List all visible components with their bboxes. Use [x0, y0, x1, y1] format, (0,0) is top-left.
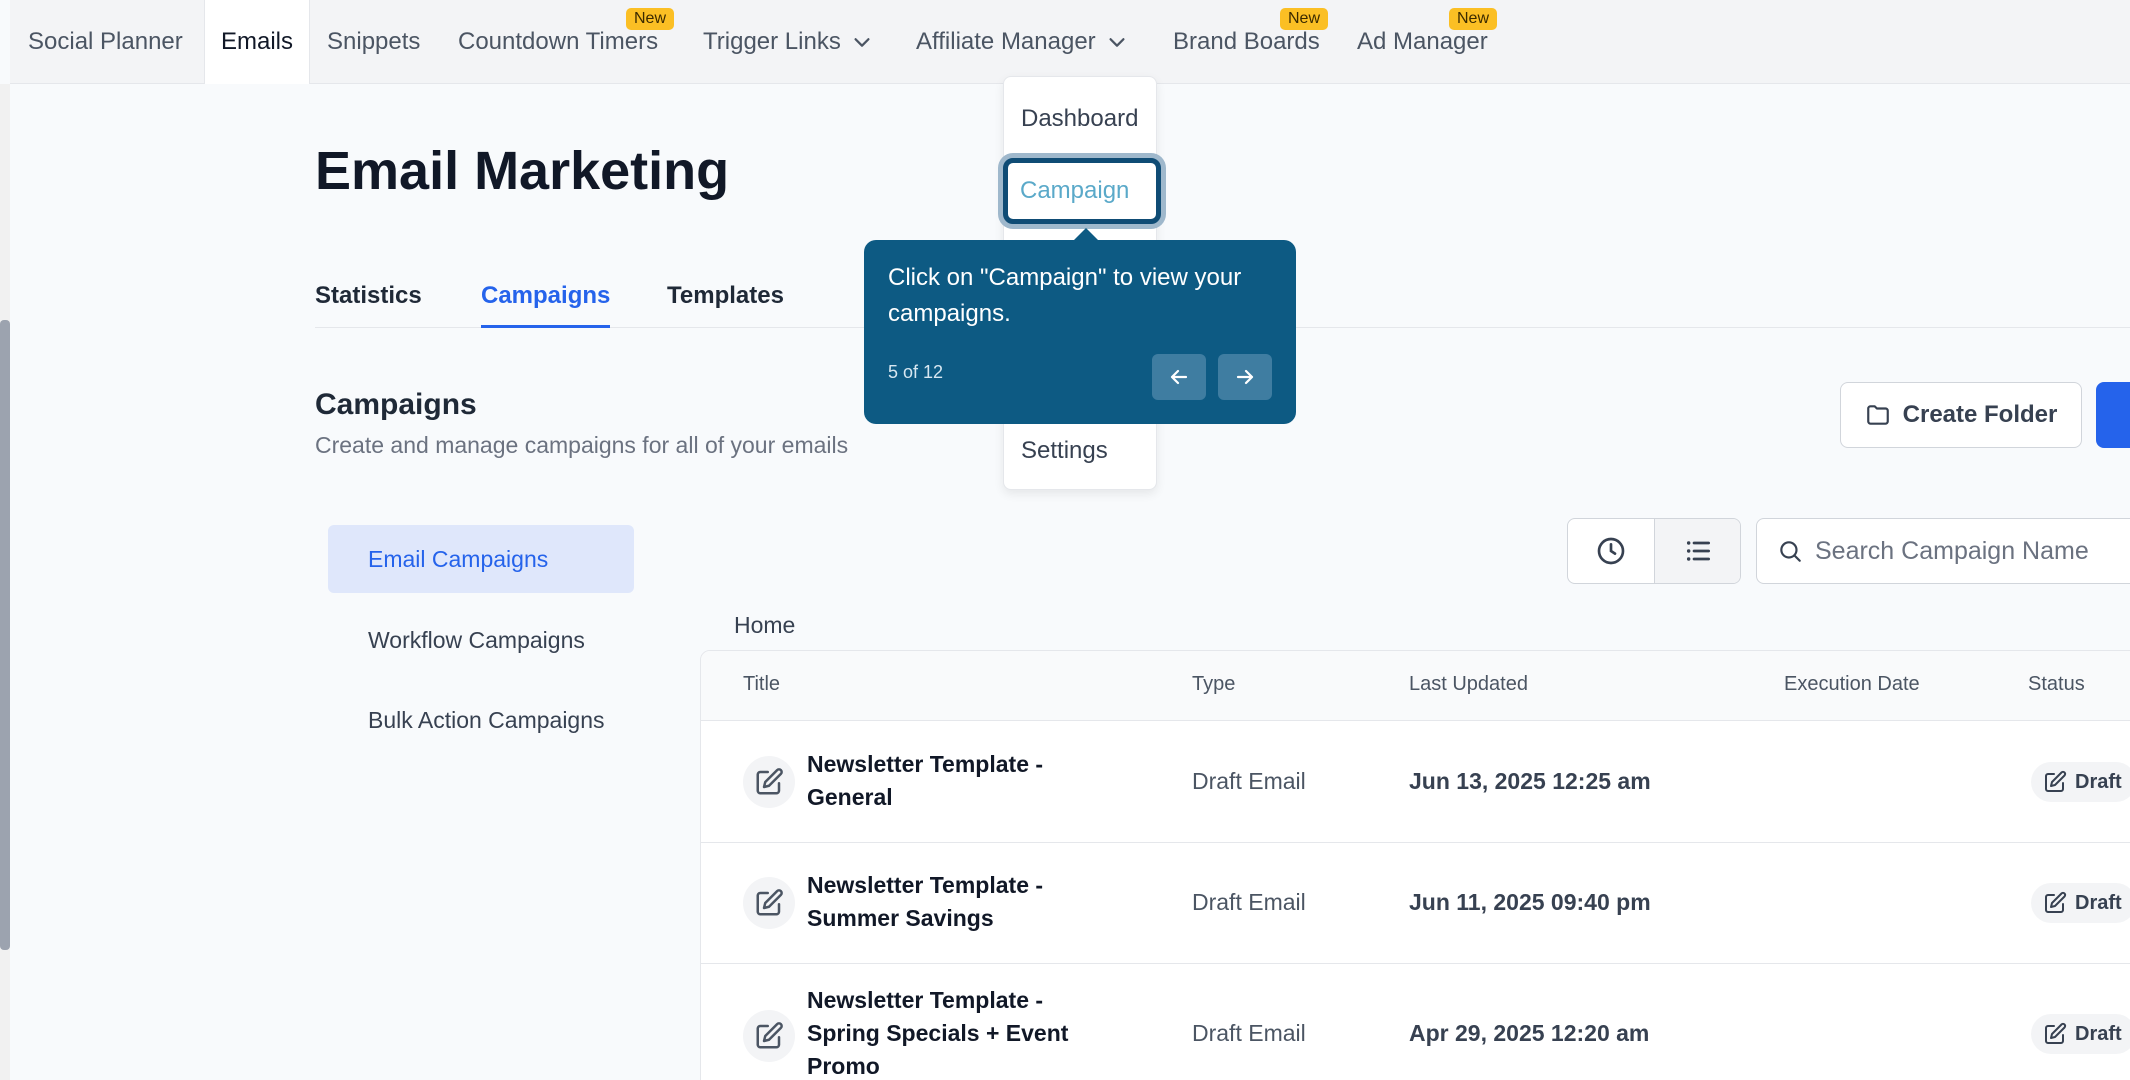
table-row[interactable]: Newsletter Template - Summer Savings Dra…	[701, 843, 2130, 964]
tooltip-step-counter: 5 of 12	[888, 362, 944, 382]
campaign-title-line: Summer Savings	[807, 905, 994, 931]
sidebar-item-email-campaigns[interactable]: Email Campaigns	[328, 525, 634, 593]
column-header-last-updated: Last Updated	[1409, 673, 1528, 695]
dropdown-item-settings[interactable]: Settings	[1021, 437, 1108, 465]
campaign-last-updated: Jun 13, 2025 12:25 am	[1409, 768, 1651, 794]
section-title: Campaigns	[315, 388, 477, 421]
campaigns-table: Title Type Last Updated Execution Date S…	[700, 650, 2130, 1080]
edit-icon	[2045, 891, 2067, 913]
tooltip-next-button[interactable]	[1218, 354, 1272, 400]
folder-icon	[1866, 405, 1889, 425]
status-badge: Draft	[2031, 883, 2130, 923]
chevron-down-icon	[854, 38, 870, 47]
edit-icon[interactable]	[743, 1010, 795, 1062]
campaign-title-line: Spring Specials + Event	[807, 1020, 1069, 1046]
campaign-title-line: Promo	[807, 1053, 880, 1079]
campaign-title-line: Newsletter Template -	[807, 987, 1044, 1013]
nav-label: Ad Manager	[1357, 28, 1488, 55]
search-input[interactable]	[1815, 536, 2130, 566]
campaign-last-updated: Jun 11, 2025 09:40 pm	[1409, 889, 1651, 915]
campaign-title-line: General	[807, 784, 893, 810]
clock-icon	[1597, 537, 1625, 565]
nav-item-social-planner[interactable]: Social Planner	[28, 0, 183, 84]
campaign-title[interactable]: Newsletter Template - General	[807, 748, 1107, 814]
dropdown-item-label: Campaign	[1020, 177, 1130, 204]
sidebar-item-label: Email Campaigns	[368, 545, 549, 572]
nav-label: Emails	[220, 28, 293, 55]
nav-label: Countdown Timers	[458, 28, 659, 55]
new-badge: New	[1280, 8, 1329, 30]
page-title: Email Marketing	[315, 141, 730, 201]
campaign-type: Draft Email	[1192, 889, 1306, 915]
column-header-title: Title	[743, 673, 781, 695]
nav-label: Trigger Links	[703, 28, 841, 55]
edit-icon[interactable]	[743, 877, 795, 929]
recent-view-button[interactable]	[1568, 519, 1654, 583]
tooltip-prev-button[interactable]	[1152, 354, 1206, 400]
guide-tooltip: Click on "Campaign" to view your campaig…	[864, 228, 1296, 424]
vertical-scrollbar[interactable]	[0, 320, 10, 950]
list-icon	[1686, 541, 1710, 561]
sidebar-item-label: Workflow Campaigns	[368, 626, 585, 653]
nav-item-snippets[interactable]: Snippets	[327, 0, 420, 84]
new-badge: New	[1449, 8, 1498, 30]
new-campaign-button[interactable]	[2096, 382, 2130, 448]
nav-label: Snippets	[327, 28, 421, 55]
table-row[interactable]: Newsletter Template - Spring Specials + …	[701, 964, 2130, 1080]
status-label: Draft	[2075, 891, 2122, 914]
campaign-last-updated: Apr 29, 2025 12:20 am	[1409, 1020, 1650, 1046]
status-label: Draft	[2075, 770, 2122, 793]
nav-label: Affiliate Manager	[916, 28, 1096, 55]
section-subtitle: Create and manage campaigns for all of y…	[315, 432, 849, 458]
tab-statistics[interactable]: Statistics	[315, 282, 422, 328]
tooltip-message: Click on "Campaign" to view your campaig…	[888, 264, 1242, 327]
chevron-down-icon	[1109, 38, 1125, 47]
nav-item-trigger-links[interactable]: Trigger Links	[703, 0, 873, 84]
edit-icon	[2045, 770, 2067, 792]
edit-icon[interactable]	[743, 756, 795, 808]
dropdown-item-campaign[interactable]: Campaign	[1003, 158, 1161, 224]
breadcrumb[interactable]: Home	[734, 612, 795, 639]
column-header-type: Type	[1192, 673, 1236, 695]
table-row[interactable]: Newsletter Template - General Draft Emai…	[701, 722, 2130, 843]
campaign-title-line: Newsletter Template -	[807, 872, 1044, 898]
dropdown-item-dashboard[interactable]: Dashboard	[1021, 105, 1138, 133]
campaign-type: Draft Email	[1192, 1020, 1306, 1046]
sidebar-item-bulk-action-campaigns[interactable]: Bulk Action Campaigns	[328, 686, 634, 754]
nav-item-affiliate-manager[interactable]: Affiliate Manager	[916, 0, 1128, 84]
sidebar-item-workflow-campaigns[interactable]: Workflow Campaigns	[328, 606, 634, 674]
status-label: Draft	[2075, 1022, 2122, 1045]
campaign-title[interactable]: Newsletter Template - Summer Savings	[807, 869, 1107, 935]
campaign-type: Draft Email	[1192, 768, 1306, 794]
arrow-left-icon	[1170, 369, 1188, 385]
edit-icon	[2045, 1022, 2067, 1044]
status-badge: Draft	[2031, 762, 2130, 802]
nav-item-emails[interactable]: Emails	[204, 0, 310, 84]
status-badge: Draft	[2031, 1014, 2130, 1054]
campaign-title[interactable]: Newsletter Template - Spring Specials + …	[807, 984, 1127, 1080]
view-toggle	[1567, 518, 1741, 584]
create-folder-label: Create Folder	[1902, 401, 2058, 428]
new-badge: New	[626, 8, 675, 30]
arrow-right-icon	[1236, 369, 1254, 385]
top-navigation: Social Planner Emails Snippets Countdown…	[10, 0, 2130, 84]
list-view-button[interactable]	[1654, 519, 1740, 583]
tab-templates[interactable]: Templates	[667, 282, 784, 328]
campaign-title-line: Newsletter Template -	[807, 751, 1044, 777]
nav-label: Social Planner	[28, 28, 183, 55]
column-header-execution-date: Execution Date	[1784, 673, 1920, 695]
search-icon	[1780, 541, 1801, 562]
column-header-status: Status	[2028, 673, 2085, 695]
search-box	[1756, 518, 2130, 584]
create-folder-button[interactable]: Create Folder	[1840, 382, 2082, 448]
table-header: Title Type Last Updated Execution Date S…	[701, 651, 2130, 721]
tab-campaigns[interactable]: Campaigns	[481, 282, 611, 328]
nav-label: Brand Boards	[1173, 28, 1320, 55]
tooltip-arrow	[1074, 228, 1098, 240]
sidebar-item-label: Bulk Action Campaigns	[368, 706, 605, 733]
